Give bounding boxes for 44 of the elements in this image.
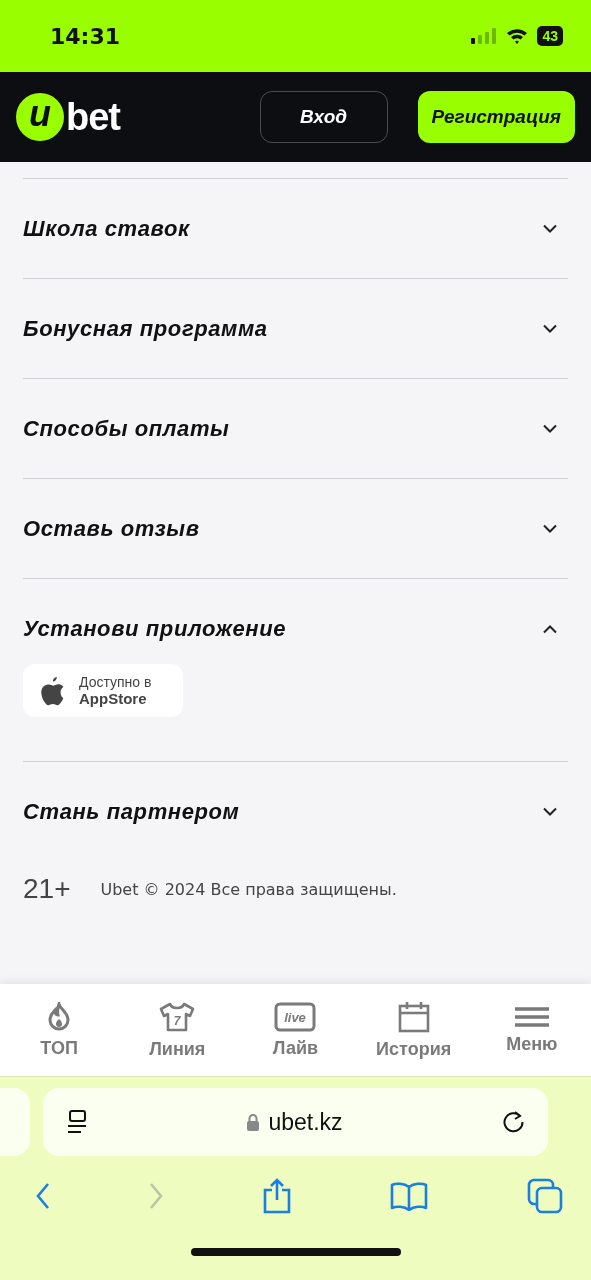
back-icon[interactable]: [36, 1182, 50, 1210]
live-icon[interactable]: live: [274, 1001, 317, 1032]
tabs-icon[interactable]: [527, 1178, 563, 1214]
reload-icon[interactable]: [500, 1109, 526, 1135]
address-bar[interactable]: ubet.kz: [43, 1088, 548, 1156]
badge-caption: Доступно в: [79, 674, 152, 691]
chevron-down-icon[interactable]: [542, 423, 558, 434]
share-icon[interactable]: [261, 1178, 292, 1214]
battery-level: 43: [537, 26, 563, 46]
login-button[interactable]: Вход: [259, 91, 388, 143]
section-title[interactable]: Оставь отзыв: [23, 515, 200, 542]
page-menu-icon[interactable]: [65, 1109, 89, 1135]
lock-icon: [246, 1113, 261, 1131]
logo-mark[interactable]: u: [16, 93, 64, 141]
apple-icon: [39, 675, 65, 706]
chevron-down-icon[interactable]: [542, 806, 558, 817]
menu-icon[interactable]: [514, 1005, 549, 1028]
logo-word[interactable]: bet: [66, 95, 120, 139]
chevron-down-icon[interactable]: [542, 223, 558, 234]
section-title[interactable]: Школа ставок: [23, 215, 190, 242]
section-title[interactable]: Стань партнером: [23, 798, 240, 825]
chevron-up-icon[interactable]: [542, 623, 558, 634]
signal-icon: [471, 28, 498, 44]
url-text: ubet.kz: [268, 1108, 343, 1136]
clock-time: 14:31: [50, 23, 121, 49]
store-name: AppStore: [79, 690, 148, 708]
tab-label[interactable]: Лайв: [272, 1037, 319, 1059]
chevron-down-icon[interactable]: [542, 523, 558, 534]
section-title[interactable]: Способы оплаты: [23, 415, 230, 442]
app-store-badge[interactable]: Доступно в AppStore: [23, 664, 183, 718]
book-icon[interactable]: [390, 1181, 429, 1211]
register-button[interactable]: Регистрация: [417, 91, 575, 143]
section-title[interactable]: Бонусная программа: [23, 315, 268, 342]
chevron-down-icon[interactable]: [542, 323, 558, 334]
wifi-icon: [505, 27, 530, 45]
tab-label[interactable]: ТОП: [40, 1037, 78, 1059]
tab-label[interactable]: История: [376, 1038, 452, 1060]
section-title[interactable]: Установи приложение: [23, 615, 287, 642]
calendar-icon[interactable]: [397, 1000, 430, 1033]
copyright-text: Ubet © 2024 Все права защищены.: [100, 879, 397, 899]
tab-label[interactable]: Меню: [506, 1033, 558, 1055]
tab-label[interactable]: Линия: [149, 1038, 206, 1060]
age-limit: 21+: [23, 873, 71, 906]
shirt-icon[interactable]: 7: [158, 1000, 197, 1033]
